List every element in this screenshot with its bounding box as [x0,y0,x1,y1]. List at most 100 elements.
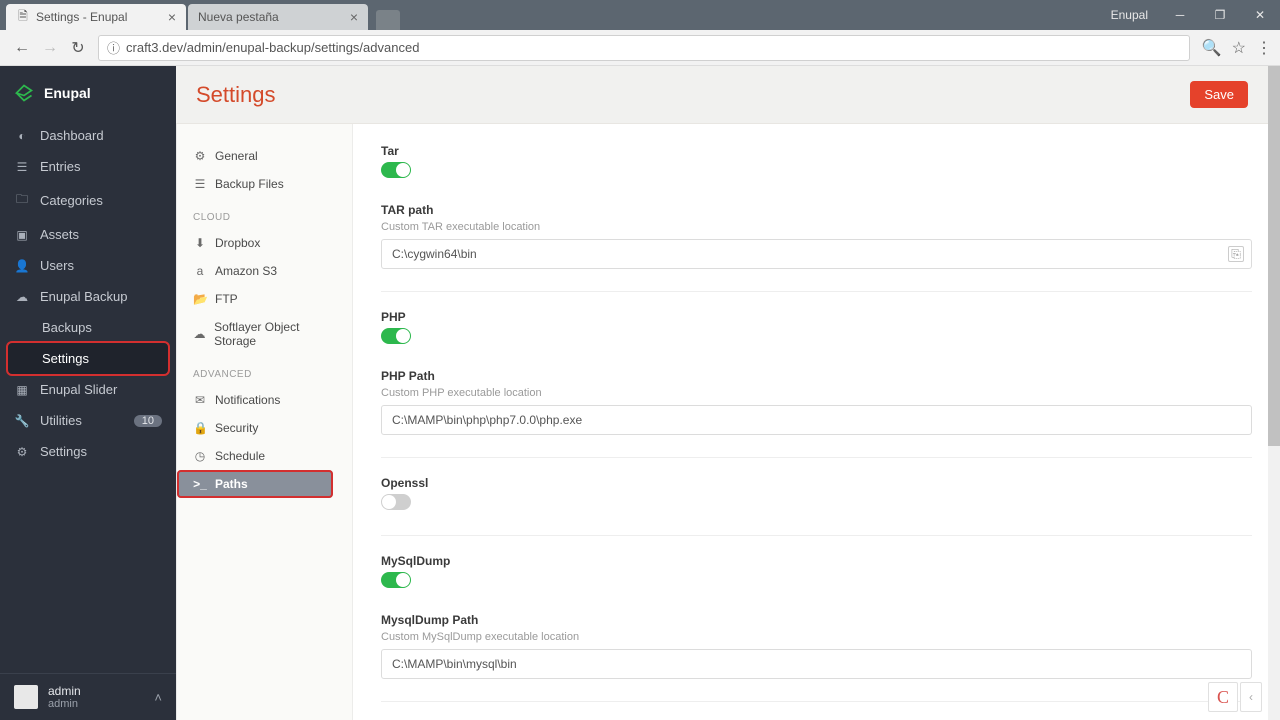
mysqldump-path-help: Custom MySqlDump executable location [381,631,1252,643]
content-header: Settings Save [176,66,1268,124]
avatar [14,685,38,709]
mysqldump-toggle[interactable] [381,572,411,588]
php-path-help: Custom PHP executable location [381,387,1252,399]
nav-settings[interactable]: ⚙Settings [0,436,176,467]
maximize-button[interactable]: ❐ [1200,2,1240,28]
nav-backup-settings[interactable]: Settings [8,343,168,374]
subnav-general[interactable]: ⚙General [177,142,352,170]
page-title: Settings [196,82,276,108]
window-controls: Enupal ─ ❐ ✕ [1099,0,1280,30]
user-icon: 👤 [14,259,30,273]
subnav-security[interactable]: 🔒Security [177,414,352,442]
subnav-ftp[interactable]: 📂FTP [177,285,352,313]
subnav-dropbox[interactable]: ⬇Dropbox [177,229,352,257]
slider-icon: ▦ [14,383,30,397]
browser-chrome: 🗎 Settings - Enupal × Nueva pestaña × En… [0,0,1280,66]
user-role: admin [48,698,81,710]
corner-widget[interactable]: C ‹ [1208,682,1262,712]
brand-name: Enupal [44,85,91,101]
browser-tab-active[interactable]: 🗎 Settings - Enupal × [6,4,186,30]
site-info-icon[interactable]: ⓘ [107,38,120,57]
subnav-backup-files[interactable]: ☰Backup Files [177,170,352,198]
tar-path-help: Custom TAR executable location [381,221,1252,233]
subnav-schedule[interactable]: ◷Schedule [177,442,352,470]
nav-enupal-slider[interactable]: ▦Enupal Slider [0,374,176,405]
php-path-label: PHP Path [381,369,1252,383]
scrollbar-track[interactable] [1268,66,1280,720]
scrollbar-thumb[interactable] [1268,66,1280,446]
gear-icon: ⚙ [193,149,207,163]
app: Enupal ◐Dashboard ☰Entries 🗀Categories ▣… [0,66,1280,720]
nav-users[interactable]: 👤Users [0,250,176,281]
list-icon: ☰ [14,160,30,174]
nav-utilities[interactable]: 🔧Utilities10 [0,405,176,436]
terminal-icon: >_ [193,477,207,491]
cloud-icon: ☁ [14,290,30,304]
image-icon: ▣ [14,228,30,242]
autofill-icon[interactable]: ⎘ [1228,246,1244,262]
utilities-badge: 10 [134,415,162,427]
subnav-paths[interactable]: >_Paths [177,470,333,498]
section-mysqldump: MySqlDump MysqlDump Path Custom MySqlDum… [381,535,1252,679]
amazon-icon: a [193,264,207,278]
wrench-icon: 🔧 [14,414,30,428]
corner-chevron-button[interactable]: ‹ [1240,682,1262,712]
settings-subnav: ⚙General ☰Backup Files CLOUD ⬇Dropbox aA… [177,124,353,720]
browser-tab[interactable]: Nueva pestaña × [188,4,368,30]
php-toggle[interactable] [381,328,411,344]
content: Settings Save ⚙General ☰Backup Files CLO… [176,66,1280,720]
mysqldump-path-input[interactable] [381,649,1252,679]
browser-profile[interactable]: Enupal [1099,8,1160,22]
php-path-input[interactable] [381,405,1252,435]
subnav-heading-advanced: ADVANCED [177,355,352,386]
openssl-toggle[interactable] [381,494,411,510]
url-text: craft3.dev/admin/enupal-backup/settings/… [126,40,419,55]
tar-path-input[interactable] [381,239,1252,269]
current-user[interactable]: admin admin ˄ [0,673,176,720]
brand-logo-icon [14,83,34,103]
tab-bar: 🗎 Settings - Enupal × Nueva pestaña × [0,0,1280,30]
star-icon[interactable]: ☆ [1232,38,1246,58]
tab-title: Nueva pestaña [198,10,279,24]
nav-entries[interactable]: ☰Entries [0,151,176,182]
url-input[interactable]: ⓘ craft3.dev/admin/enupal-backup/setting… [98,35,1190,61]
gauge-icon: ◐ [14,129,30,143]
files-icon: ☰ [193,177,207,191]
menu-icon[interactable]: ⋮ [1256,38,1272,58]
subnav-amazon-s3[interactable]: aAmazon S3 [177,257,352,285]
folder-open-icon: 📂 [193,292,207,306]
section-php: PHP PHP Path Custom PHP executable locat… [381,291,1252,435]
gear-icon: ⚙ [14,445,30,459]
new-tab-button[interactable] [376,10,400,30]
address-bar: ← → ↻ ⓘ craft3.dev/admin/enupal-backup/s… [0,30,1280,66]
chevron-up-icon[interactable]: ˄ [154,690,162,705]
close-icon[interactable]: × [350,9,358,25]
save-button[interactable]: Save [1190,81,1248,108]
forward-button: → [36,34,64,62]
nav-enupal-backup[interactable]: ☁Enupal Backup [0,281,176,312]
zoom-icon[interactable]: 🔍 [1202,38,1222,58]
nav-dashboard[interactable]: ◐Dashboard [0,120,176,151]
close-icon[interactable]: × [168,9,176,25]
tar-toggle[interactable] [381,162,411,178]
tar-label: Tar [381,144,1252,158]
clock-icon: ◷ [193,449,207,463]
back-button[interactable]: ← [8,34,36,62]
close-window-button[interactable]: ✕ [1240,2,1280,28]
section-tar: Tar TAR path Custom TAR executable locat… [381,144,1252,269]
mysqldump-path-label: MysqlDump Path [381,613,1252,627]
reload-button[interactable]: ↻ [64,34,92,62]
nav-backup-backups[interactable]: Backups [0,312,176,343]
minimize-button[interactable]: ─ [1160,2,1200,28]
php-label: PHP [381,310,1252,324]
cloud-icon: ☁ [193,327,206,341]
nav-assets[interactable]: ▣Assets [0,219,176,250]
mysqldump-label: MySqlDump [381,554,1252,568]
corner-c-button[interactable]: C [1208,682,1238,712]
brand[interactable]: Enupal [0,66,176,120]
subnav-softlayer[interactable]: ☁Softlayer Object Storage [177,313,352,355]
main-sidebar: Enupal ◐Dashboard ☰Entries 🗀Categories ▣… [0,66,176,720]
nav-categories[interactable]: 🗀Categories [0,182,176,219]
subnav-notifications[interactable]: ✉Notifications [177,386,352,414]
form-area: Tar TAR path Custom TAR executable locat… [353,124,1280,720]
